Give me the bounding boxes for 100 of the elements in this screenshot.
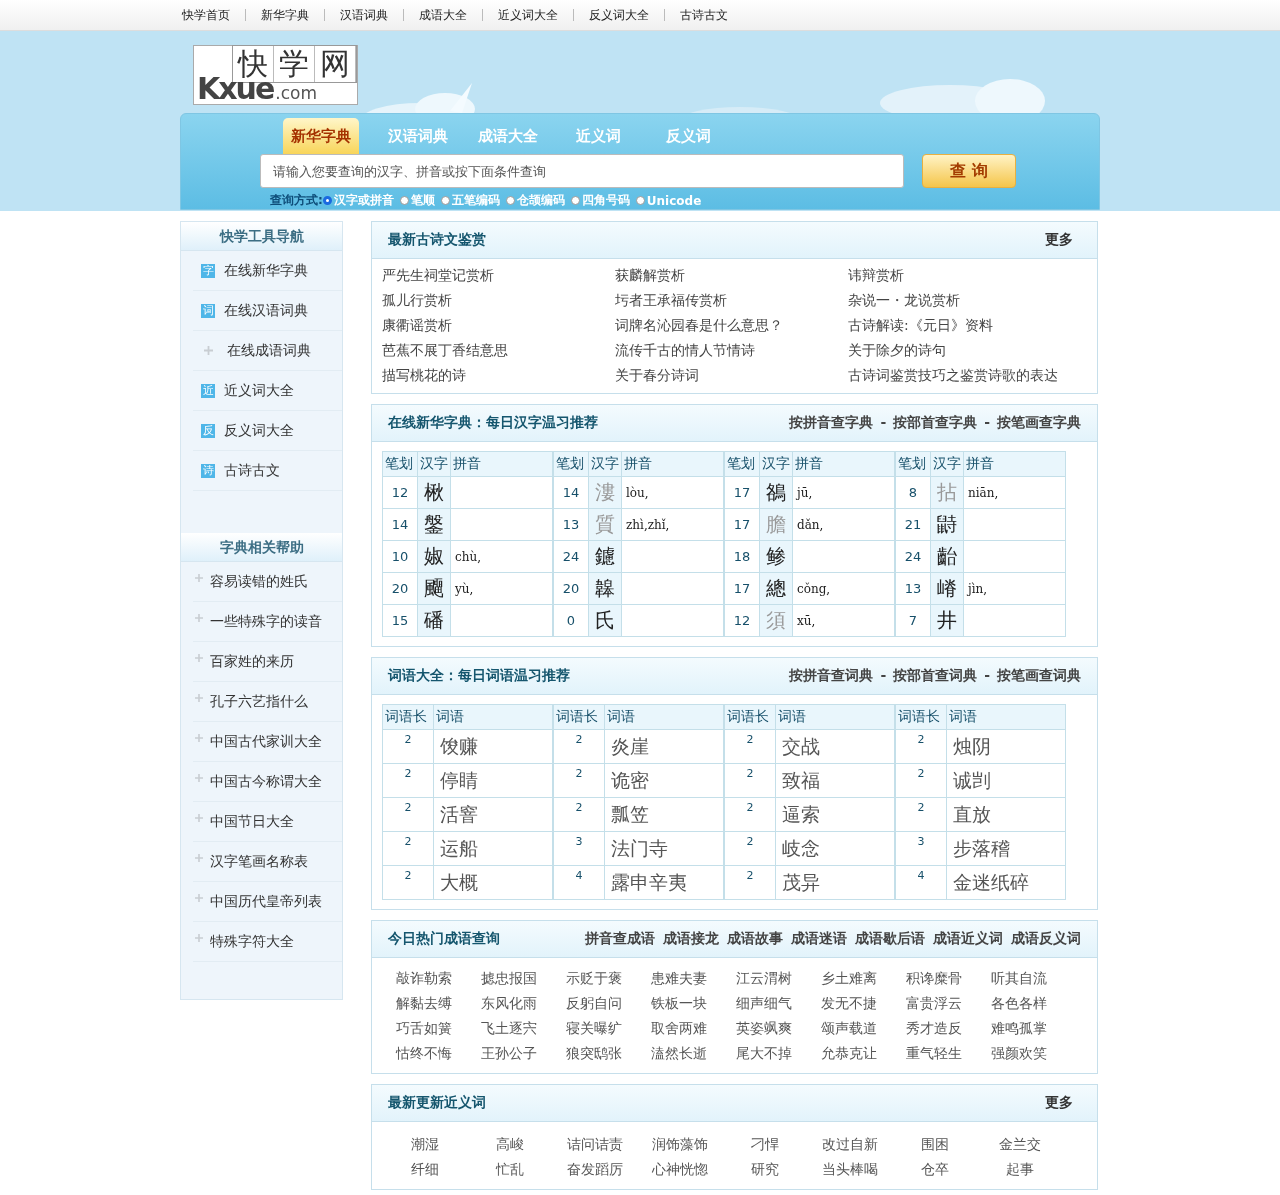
- logo[interactable]: 快 学 网 Kxue.com: [193, 45, 358, 105]
- poem-link[interactable]: 关于春分诗词: [615, 365, 848, 385]
- sidebar-link[interactable]: 中国古今称谓大全: [210, 772, 322, 791]
- radio-icon[interactable]: [570, 196, 580, 205]
- nav-link[interactable]: 新华字典: [259, 6, 311, 24]
- word-link[interactable]: 步落稽: [946, 831, 1066, 866]
- word-link[interactable]: 活窨: [433, 797, 553, 832]
- lookup-link[interactable]: 按部首查字典: [893, 414, 978, 432]
- idiom-link[interactable]: 尾大不掉: [736, 1043, 821, 1063]
- poem-link[interactable]: 古诗词鉴赏技巧之鉴赏诗歌的表达: [848, 365, 1081, 385]
- idiom-link[interactable]: 英姿飒爽: [736, 1018, 821, 1038]
- word-link[interactable]: 诚剀: [946, 763, 1066, 798]
- poem-link[interactable]: 古诗解读:《元日》资料: [848, 315, 1081, 335]
- idiom-link[interactable]: 富贵浮云: [906, 993, 991, 1013]
- poem-link[interactable]: 词牌名沁园春是什么意思？: [615, 315, 848, 335]
- synonym-link[interactable]: 纤细: [382, 1159, 467, 1179]
- synonym-link[interactable]: 高峻: [467, 1134, 552, 1154]
- radio-icon[interactable]: [505, 196, 515, 205]
- nav-link[interactable]: 古诗古文: [678, 6, 730, 24]
- idiom-category-link[interactable]: 成语故事: [727, 930, 783, 948]
- word-link[interactable]: 致福: [775, 763, 895, 798]
- word-link[interactable]: 逼索: [775, 797, 895, 832]
- sidebar-link[interactable]: 百家姓的来历: [210, 652, 294, 671]
- idiom-link[interactable]: 重气轻生: [906, 1043, 991, 1063]
- poem-link[interactable]: 孤儿行赏析: [382, 290, 615, 310]
- nav-link[interactable]: 近义词大全: [496, 6, 560, 24]
- word-link[interactable]: 馂赚: [433, 729, 553, 764]
- sidebar-link[interactable]: 反义词大全: [224, 421, 294, 440]
- word-link[interactable]: 大概: [433, 865, 553, 900]
- idiom-link[interactable]: 王孙公子: [481, 1043, 566, 1063]
- word-link[interactable]: 诡密: [604, 763, 724, 798]
- idiom-link[interactable]: 乡土难离: [821, 968, 906, 988]
- synonym-link[interactable]: 心神恍惚: [637, 1159, 722, 1179]
- idiom-link[interactable]: 强颜欢笑: [991, 1043, 1076, 1063]
- radio-icon[interactable]: [635, 196, 645, 205]
- sidebar-link[interactable]: 在线成语词典: [227, 341, 311, 360]
- poem-link[interactable]: 杂说一・龙说赏析: [848, 290, 1081, 310]
- synonym-link[interactable]: 围困: [892, 1134, 977, 1154]
- word-link[interactable]: 茂异: [775, 865, 895, 900]
- poem-link[interactable]: 关于除夕的诗句: [848, 340, 1081, 360]
- synonym-link[interactable]: 润饰藻饰: [637, 1134, 722, 1154]
- poem-link[interactable]: 流传千古的情人节情诗: [615, 340, 848, 360]
- poem-link[interactable]: 获麟解赏析: [615, 265, 848, 285]
- synonym-link[interactable]: 金兰交: [977, 1134, 1062, 1154]
- idiom-category-link[interactable]: 成语迷语: [791, 930, 847, 948]
- idiom-link[interactable]: 溘然长逝: [651, 1043, 736, 1063]
- idiom-link[interactable]: 怙终不悔: [396, 1043, 481, 1063]
- search-field[interactable]: 请输入您要查询的汉字、拼音或按下面条件查询: [260, 154, 904, 188]
- nav-link[interactable]: 汉语词典: [338, 6, 390, 24]
- synonym-link[interactable]: 改过自新: [807, 1134, 892, 1154]
- idiom-link[interactable]: 发无不捷: [821, 993, 906, 1013]
- radio-icon[interactable]: [399, 196, 409, 205]
- poem-link[interactable]: 康衢谣赏析: [382, 315, 615, 335]
- idiom-category-link[interactable]: 成语接龙: [663, 930, 719, 948]
- idiom-category-link[interactable]: 成语歇后语: [855, 930, 925, 948]
- idiom-link[interactable]: 细声细气: [736, 993, 821, 1013]
- poem-link[interactable]: 圬者王承福传赏析: [615, 290, 848, 310]
- sidebar-link[interactable]: 近义词大全: [224, 381, 294, 400]
- synonym-link[interactable]: 当头棒喝: [807, 1159, 892, 1179]
- sidebar-link[interactable]: 中国古代家训大全: [210, 732, 322, 751]
- word-link[interactable]: 法门寺: [604, 831, 724, 866]
- synonym-link[interactable]: 起事: [977, 1159, 1062, 1179]
- idiom-link[interactable]: 反躬自问: [566, 993, 651, 1013]
- idiom-link[interactable]: 积谗糜骨: [906, 968, 991, 988]
- poem-link[interactable]: 严先生祠堂记赏析: [382, 265, 615, 285]
- word-link[interactable]: 露申辛夷: [604, 865, 724, 900]
- nav-link[interactable]: 快学首页: [180, 6, 232, 24]
- synonym-link[interactable]: 仓卒: [892, 1159, 977, 1179]
- lookup-link[interactable]: 按笔画查词典: [997, 667, 1081, 685]
- radio-icon[interactable]: [322, 196, 332, 205]
- idiom-link[interactable]: 寝关曝纩: [566, 1018, 651, 1038]
- idiom-link[interactable]: 颂声载道: [821, 1018, 906, 1038]
- word-link[interactable]: 金迷纸碎: [946, 865, 1066, 900]
- idiom-category-link[interactable]: 拼音查成语: [585, 930, 655, 948]
- idiom-link[interactable]: 摅忠报国: [481, 968, 566, 988]
- synonym-link[interactable]: 研究: [722, 1159, 807, 1179]
- idiom-link[interactable]: 巧舌如簧: [396, 1018, 481, 1038]
- poem-link[interactable]: 描写桃花的诗: [382, 365, 615, 385]
- synonym-link[interactable]: 诘问诘责: [552, 1134, 637, 1154]
- sidebar-link[interactable]: 汉字笔画名称表: [210, 852, 308, 871]
- synonym-link[interactable]: 奋发蹈厉: [552, 1159, 637, 1179]
- word-link[interactable]: 交战: [775, 729, 895, 764]
- idiom-link[interactable]: 听其自流: [991, 968, 1076, 988]
- idiom-link[interactable]: 示贬于褒: [566, 968, 651, 988]
- synonym-link[interactable]: 忙乱: [467, 1159, 552, 1179]
- search-tab[interactable]: 新华字典: [283, 118, 359, 154]
- nav-link[interactable]: 反义词大全: [587, 6, 651, 24]
- idiom-link[interactable]: 患难夫妻: [651, 968, 736, 988]
- sidebar-link[interactable]: 特殊字符大全: [210, 932, 294, 951]
- word-link[interactable]: 瓢笠: [604, 797, 724, 832]
- idiom-link[interactable]: 飞土逐宍: [481, 1018, 566, 1038]
- sidebar-link[interactable]: 一些特殊字的读音: [210, 612, 322, 631]
- word-link[interactable]: 岐念: [775, 831, 895, 866]
- idiom-link[interactable]: 东风化雨: [481, 993, 566, 1013]
- search-button[interactable]: 查 询: [922, 154, 1016, 188]
- synonym-link[interactable]: 潮湿: [382, 1134, 467, 1154]
- nav-link[interactable]: 成语大全: [417, 6, 469, 24]
- idiom-link[interactable]: 江云渭树: [736, 968, 821, 988]
- sidebar-link[interactable]: 容易读错的姓氏: [210, 572, 308, 591]
- more-link[interactable]: 更多: [1045, 231, 1073, 249]
